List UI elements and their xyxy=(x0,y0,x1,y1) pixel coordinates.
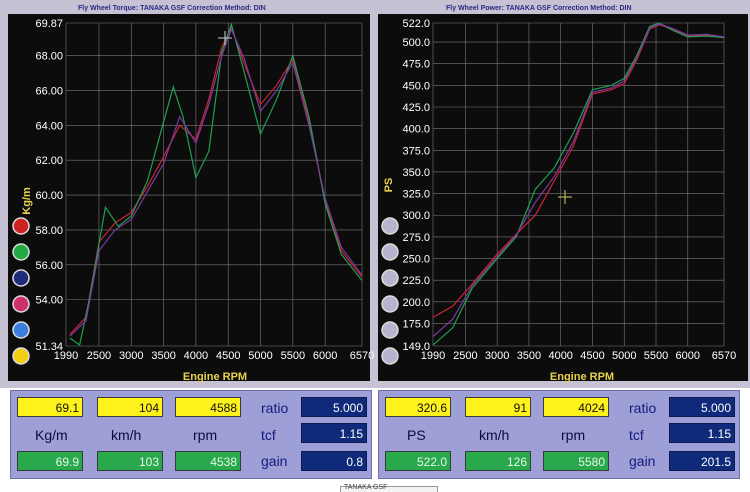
y-tick-label: 200.0 xyxy=(402,297,430,309)
x-tick-label: 5000 xyxy=(248,350,272,362)
power-ylabel: PS xyxy=(383,178,395,193)
x-tick-label: 4000 xyxy=(548,350,572,362)
y-tick-label: 475.0 xyxy=(402,59,430,71)
y-tick-label: 225.0 xyxy=(402,275,430,287)
power-unit-label: PS xyxy=(407,427,426,443)
x-tick-label: 1990 xyxy=(421,350,445,362)
y-tick-label: 450.0 xyxy=(402,80,430,92)
run-selector-5[interactable] xyxy=(381,321,399,339)
y-tick-label: 60.00 xyxy=(35,190,63,202)
gain-value: 201.5 xyxy=(669,451,735,471)
gain-label: gain xyxy=(261,453,288,469)
run-selector-1[interactable] xyxy=(381,217,399,235)
x-tick-label: 4500 xyxy=(216,350,240,362)
tcf-label: tcf xyxy=(629,427,644,443)
run-selector-3[interactable] xyxy=(381,269,399,287)
peak-speed-box: 126 xyxy=(465,451,531,471)
x-tick-label: 1990 xyxy=(54,350,78,362)
x-tick-label: 5000 xyxy=(612,350,636,362)
power-xlabel: Engine RPM xyxy=(550,371,614,383)
dyno-charts: Fly Wheel Torque: TANAKA GSF Correction … xyxy=(8,5,748,383)
y-tick-label: 400.0 xyxy=(402,124,430,136)
y-tick-label: 175.0 xyxy=(402,318,430,330)
torque-xlabel: Engine RPM xyxy=(183,371,247,383)
x-tick-label: 3500 xyxy=(151,350,175,362)
run-selector-6[interactable] xyxy=(12,347,30,365)
gain-value: 0.8 xyxy=(301,451,367,471)
peak-rpm-box: 4538 xyxy=(175,451,241,471)
power-readout-panel: 320.6 91 4024 ratio 5.000 PS km/h rpm tc… xyxy=(378,390,740,479)
rpm-value-box: 4588 xyxy=(175,397,241,417)
footer-text: TANAKA GSF xyxy=(344,484,388,491)
speed-unit-label: km/h xyxy=(479,427,510,443)
run-selector-6[interactable] xyxy=(381,347,399,365)
y-tick-label: 325.0 xyxy=(402,189,430,201)
y-tick-label: 58.00 xyxy=(35,225,63,237)
torque-chart-title: Fly Wheel Torque: TANAKA GSF Correction … xyxy=(78,5,266,12)
ratio-value: 5.000 xyxy=(669,397,735,417)
torque-value-box: 69.1 xyxy=(17,397,83,417)
x-tick-label: 5500 xyxy=(644,350,668,362)
y-tick-label: 375.0 xyxy=(402,145,430,157)
power-value-box: 320.6 xyxy=(385,397,451,417)
torque-unit-label: Kg/m xyxy=(35,427,68,443)
speed-unit-label: km/h xyxy=(111,427,142,443)
run-selector-1[interactable] xyxy=(12,217,30,235)
x-tick-label: 5500 xyxy=(281,350,305,362)
torque-ylabel: Kg/m xyxy=(21,187,33,215)
run-selector-4[interactable] xyxy=(381,295,399,313)
y-tick-label: 68.00 xyxy=(35,51,63,63)
x-tick-label: 4500 xyxy=(580,350,604,362)
rpm-value-box: 4024 xyxy=(543,397,609,417)
y-tick-label: 275.0 xyxy=(402,232,430,244)
run-selector-5[interactable] xyxy=(12,321,30,339)
y-tick-label: 250.0 xyxy=(402,254,430,266)
run-selector-4[interactable] xyxy=(12,295,30,313)
y-tick-label: 54.00 xyxy=(35,295,63,307)
x-tick-label: 6000 xyxy=(313,350,337,362)
ratio-value: 5.000 xyxy=(301,397,367,417)
rpm-unit-label: rpm xyxy=(561,427,586,443)
y-tick-label: 300.0 xyxy=(402,210,430,222)
y-tick-label: 350.0 xyxy=(402,167,430,179)
y-tick-label: 56.00 xyxy=(35,260,63,272)
y-tick-label: 62.00 xyxy=(35,155,63,167)
x-tick-label: 3000 xyxy=(119,350,143,362)
y-tick-label: 425.0 xyxy=(402,102,430,114)
peak-rpm-box: 5580 xyxy=(543,451,609,471)
x-tick-label: 6000 xyxy=(676,350,700,362)
speed-value-box: 104 xyxy=(97,397,163,417)
run-selector-3[interactable] xyxy=(12,269,30,287)
tcf-value: 1.15 xyxy=(669,423,735,443)
y-tick-label: 66.00 xyxy=(35,85,63,97)
x-tick-label: 6570 xyxy=(350,350,374,362)
y-tick-label: 522.0 xyxy=(402,18,430,30)
power-chart-title: Fly Wheel Power: TANAKA GSF Correction M… xyxy=(446,5,632,12)
x-tick-label: 3500 xyxy=(517,350,541,362)
tcf-value: 1.15 xyxy=(301,423,367,443)
peak-torque-box: 69.9 xyxy=(17,451,83,471)
run-selector-2[interactable] xyxy=(381,243,399,261)
y-tick-label: 500.0 xyxy=(402,37,430,49)
x-tick-label: 6570 xyxy=(712,350,736,362)
x-tick-label: 2500 xyxy=(453,350,477,362)
peak-speed-box: 103 xyxy=(97,451,163,471)
x-tick-label: 4000 xyxy=(184,350,208,362)
x-tick-label: 3000 xyxy=(485,350,509,362)
y-tick-label: 69.87 xyxy=(35,18,63,30)
run-selector-2[interactable] xyxy=(12,243,30,261)
speed-value-box: 91 xyxy=(465,397,531,417)
tcf-label: tcf xyxy=(261,427,276,443)
ratio-label: ratio xyxy=(629,400,657,416)
torque-readout-panel: 69.1 104 4588 ratio 5.000 Kg/m km/h rpm … xyxy=(10,390,372,479)
x-tick-label: 2500 xyxy=(87,350,111,362)
gain-label: gain xyxy=(629,453,656,469)
rpm-unit-label: rpm xyxy=(193,427,218,443)
ratio-label: ratio xyxy=(261,400,289,416)
y-tick-label: 64.00 xyxy=(35,120,63,132)
peak-power-box: 522.0 xyxy=(385,451,451,471)
